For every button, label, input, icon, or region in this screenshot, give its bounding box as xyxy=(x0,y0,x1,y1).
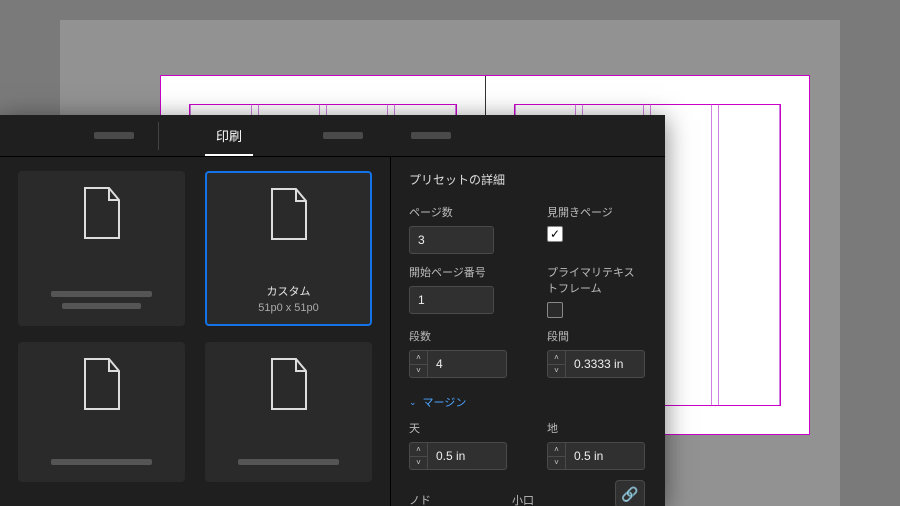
link-icon: 🔗 xyxy=(621,486,638,503)
stepper-down-icon[interactable]: ˅ xyxy=(548,457,565,470)
link-margins-button[interactable]: 🔗 xyxy=(615,480,645,506)
tab-placeholder[interactable] xyxy=(94,132,134,139)
stepper-up-icon[interactable]: ˄ xyxy=(410,351,427,365)
margin-inside-label: ノド xyxy=(409,492,472,506)
stepper-up-icon[interactable]: ˄ xyxy=(548,351,565,365)
preset-card[interactable] xyxy=(18,171,185,326)
facing-pages-checkbox[interactable]: ✓ xyxy=(547,226,563,242)
gutter-label: 段間 xyxy=(547,328,645,344)
columns-stepper[interactable]: ˄˅ 4 xyxy=(409,350,507,378)
margin-top-label: 天 xyxy=(409,420,507,436)
tab-bar: 印刷 xyxy=(0,115,665,157)
page-count-label: ページ数 xyxy=(409,204,507,220)
preset-card[interactable] xyxy=(18,342,185,482)
preset-grid: カスタム 51p0 x 51p0 xyxy=(0,157,390,506)
page-count-input[interactable]: 3 xyxy=(409,226,494,254)
page-icon xyxy=(81,186,123,240)
preset-dimensions: 51p0 x 51p0 xyxy=(217,302,360,314)
tab-placeholder[interactable] xyxy=(411,132,451,139)
details-header: プリセットの詳細 xyxy=(409,171,645,188)
tab-print[interactable]: 印刷 xyxy=(159,115,299,156)
page-icon xyxy=(81,357,123,411)
preset-title: カスタム xyxy=(217,283,360,299)
margin-section-toggle[interactable]: ⌄ マージン xyxy=(409,394,645,410)
start-page-input[interactable]: 1 xyxy=(409,286,494,314)
tab-placeholder[interactable] xyxy=(323,132,363,139)
preset-card-custom[interactable]: カスタム 51p0 x 51p0 xyxy=(205,171,372,326)
margin-bottom-stepper[interactable]: ˄˅ 0.5 in xyxy=(547,442,645,470)
page-icon xyxy=(268,187,310,241)
columns-label: 段数 xyxy=(409,328,507,344)
preset-card[interactable] xyxy=(205,342,372,482)
margin-top-stepper[interactable]: ˄˅ 0.5 in xyxy=(409,442,507,470)
tab-print-label: 印刷 xyxy=(216,126,242,145)
margin-outside-label: 小口 xyxy=(512,492,575,506)
stepper-down-icon[interactable]: ˅ xyxy=(548,365,565,378)
preset-details-panel: プリセットの詳細 ページ数 3 見開きページ ✓ 開始ページ番号 1 プライマリ… xyxy=(390,157,665,506)
gutter-stepper[interactable]: ˄˅ 0.3333 in xyxy=(547,350,645,378)
stepper-up-icon[interactable]: ˄ xyxy=(548,443,565,457)
chevron-down-icon: ⌄ xyxy=(409,397,417,408)
page-icon xyxy=(268,357,310,411)
primary-text-frame-checkbox[interactable] xyxy=(547,302,563,318)
new-document-dialog: 印刷 カスタム 51p0 x 51p0 xyxy=(0,115,665,506)
stepper-down-icon[interactable]: ˅ xyxy=(410,457,427,470)
stepper-up-icon[interactable]: ˄ xyxy=(410,443,427,457)
primary-text-frame-label: プライマリテキストフレーム xyxy=(547,264,645,296)
facing-pages-label: 見開きページ xyxy=(547,204,645,220)
start-page-label: 開始ページ番号 xyxy=(409,264,507,280)
stepper-down-icon[interactable]: ˅ xyxy=(410,365,427,378)
margin-bottom-label: 地 xyxy=(547,420,645,436)
